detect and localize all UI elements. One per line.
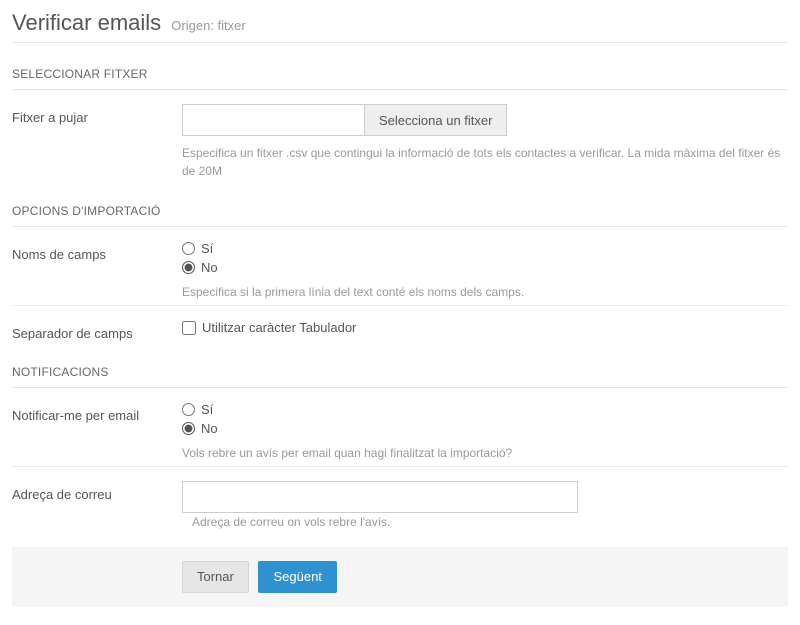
help-upload-file: Especifica un fitxer .csv que contingui … [182,144,788,180]
footer-bar: Tornar Següent [12,547,788,607]
next-button[interactable]: Següent [258,561,336,593]
input-email-address[interactable] [182,481,578,513]
help-field-names: Especifica si la primera línia del text … [182,283,788,301]
page-title: Verificar emails Origen: fitxer [12,10,788,43]
row-field-names: Noms de camps Sí No Especifica si la pri… [12,241,788,306]
row-email-address: Adreça de correu Adreça de correu on vol… [12,481,788,529]
radio-notify-no[interactable]: No [182,421,788,436]
section-header-notifications: NOTIFICACIONS [12,359,788,388]
section-header-select-file: SELECCIONAR FITXER [12,61,788,90]
page-title-text: Verificar emails [12,10,161,35]
radio-field-names-no[interactable]: No [182,260,788,275]
radio-notify-no-input[interactable] [182,422,195,435]
radio-field-names-yes-input[interactable] [182,242,195,255]
help-notify-email: Vols rebre un avís per email quan hagi f… [182,444,788,462]
label-notify-email: Notificar-me per email [12,402,182,423]
label-email-address: Adreça de correu [12,481,182,502]
input-upload-file[interactable] [182,104,364,136]
row-upload-file: Fitxer a pujar Selecciona un fitxer Espe… [12,104,788,180]
help-email-address: Adreça de correu on vols rebre l'avís. [192,515,390,529]
radio-notify-no-label: No [201,421,218,436]
radio-notify-yes-input[interactable] [182,403,195,416]
back-button[interactable]: Tornar [182,561,249,593]
radio-field-names-no-label: No [201,260,218,275]
label-upload-file: Fitxer a pujar [12,104,182,125]
row-notify-email: Notificar-me per email Sí No Vols rebre … [12,402,788,467]
radio-field-names-yes-label: Sí [201,241,213,256]
label-separator: Separador de camps [12,320,182,341]
radio-field-names-yes[interactable]: Sí [182,241,788,256]
checkbox-tab-separator-input[interactable] [182,321,196,335]
checkbox-tab-separator[interactable]: Utilitzar caràcter Tabulador [182,320,788,335]
radio-notify-yes-label: Sí [201,402,213,417]
radio-field-names-no-input[interactable] [182,261,195,274]
section-header-import-options: OPCIONS D'IMPORTACIÓ [12,198,788,227]
label-field-names: Noms de camps [12,241,182,262]
radio-notify-yes[interactable]: Sí [182,402,788,417]
checkbox-tab-separator-label: Utilitzar caràcter Tabulador [202,320,356,335]
row-separator: Separador de camps Utilitzar caràcter Ta… [12,320,788,341]
page-subtitle: Origen: fitxer [171,18,245,33]
select-file-button[interactable]: Selecciona un fitxer [364,104,507,136]
